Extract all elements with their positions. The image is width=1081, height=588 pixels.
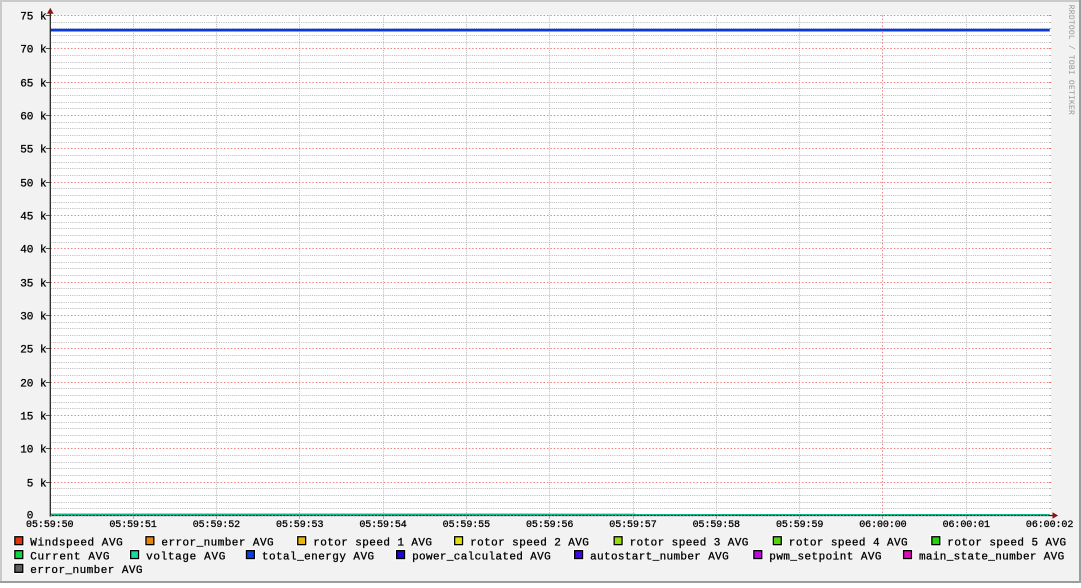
svg-text:35 k: 35 k (20, 279, 47, 291)
svg-text:05:59:58: 05:59:58 (693, 520, 740, 531)
svg-text:25 k: 25 k (20, 345, 47, 357)
svg-text:05:59:56: 05:59:56 (526, 520, 573, 531)
svg-text:rotor speed 4 AVG: rotor speed 4 AVG (789, 538, 908, 550)
svg-text:05:59:50: 05:59:50 (26, 520, 73, 531)
svg-text:05:59:53: 05:59:53 (276, 520, 323, 531)
svg-text:Windspeed AVG: Windspeed AVG (30, 538, 122, 550)
svg-text:06:00:00: 06:00:00 (859, 520, 906, 531)
svg-text:power_calculated AVG: power_calculated AVG (412, 551, 551, 563)
svg-text:40 k: 40 k (20, 245, 47, 257)
svg-text:Current AVG: Current AVG (30, 551, 109, 563)
svg-text:5 k: 5 k (27, 479, 47, 491)
svg-text:45 k: 45 k (20, 212, 47, 224)
svg-text:pwm_setpoint AVG: pwm_setpoint AVG (769, 551, 881, 563)
svg-text:60 k: 60 k (20, 112, 47, 124)
svg-text:voltage AVG: voltage AVG (146, 551, 225, 563)
svg-text:30 k: 30 k (20, 312, 47, 324)
svg-text:05:59:51: 05:59:51 (109, 520, 156, 531)
svg-text:10 k: 10 k (20, 445, 47, 457)
svg-text:rotor speed 3 AVG: rotor speed 3 AVG (630, 538, 749, 550)
svg-text:70 k: 70 k (20, 45, 47, 57)
svg-text:total_energy AVG: total_energy AVG (262, 551, 374, 563)
svg-text:06:00:02: 06:00:02 (1026, 520, 1073, 531)
svg-text:05:59:59: 05:59:59 (776, 520, 823, 531)
svg-text:05:59:55: 05:59:55 (443, 520, 490, 531)
svg-text:06:00:01: 06:00:01 (943, 520, 990, 531)
svg-text:rotor speed 2 AVG: rotor speed 2 AVG (470, 538, 589, 550)
svg-text:autostart_number AVG: autostart_number AVG (590, 551, 729, 563)
svg-text:error_number AVG: error_number AVG (30, 565, 142, 577)
svg-text:RRDTOOL / TOBI OETIKER: RRDTOOL / TOBI OETIKER (1066, 5, 1075, 115)
svg-text:error_number AVG: error_number AVG (161, 538, 273, 550)
svg-text:65 k: 65 k (20, 79, 47, 91)
svg-text:05:59:54: 05:59:54 (359, 520, 406, 531)
svg-text:05:59:57: 05:59:57 (609, 520, 656, 531)
svg-text:75 k: 75 k (20, 12, 47, 24)
svg-text:15 k: 15 k (20, 412, 47, 424)
svg-text:20 k: 20 k (20, 379, 47, 391)
svg-text:rotor speed 5 AVG: rotor speed 5 AVG (947, 538, 1066, 550)
svg-text:55 k: 55 k (20, 145, 47, 157)
svg-text:05:59:52: 05:59:52 (193, 520, 240, 531)
svg-text:main_state_number AVG: main_state_number AVG (919, 551, 1064, 563)
svg-text:rotor speed 1 AVG: rotor speed 1 AVG (313, 538, 432, 550)
svg-text:50 k: 50 k (20, 179, 47, 191)
